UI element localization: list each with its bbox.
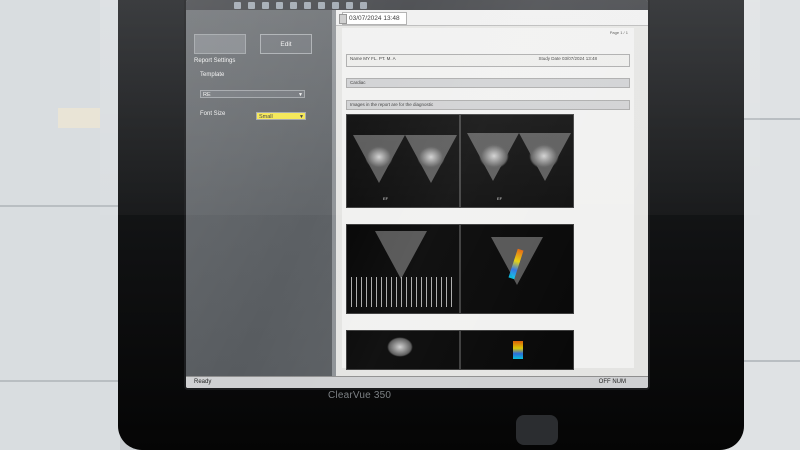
document-icon <box>339 14 347 24</box>
doppler-waveform <box>351 277 455 307</box>
heart-chamber <box>365 145 393 169</box>
patient-info-row: Name MY FL. PT. M. A Study Date 03/07/20… <box>346 54 630 67</box>
font-size-select[interactable]: Small ▼ <box>256 112 306 120</box>
section-header-images: Images in the report are for the diagnos… <box>346 100 630 110</box>
echo-image-6[interactable] <box>460 330 574 370</box>
status-bar: Ready OFF NUM <box>186 376 648 388</box>
toolbar-icon[interactable] <box>332 1 339 9</box>
echo-image-2[interactable]: EF <box>460 114 574 208</box>
echo-image-3[interactable] <box>346 224 460 314</box>
toolbar-icon[interactable] <box>290 1 297 9</box>
top-toolbar <box>186 0 648 10</box>
toolbar-icon[interactable] <box>346 1 353 9</box>
heart-chamber <box>479 143 509 169</box>
toolbar-icon[interactable] <box>276 1 283 9</box>
echo-image-1[interactable]: EF <box>346 114 460 208</box>
toolbar-icon[interactable] <box>318 1 325 9</box>
control-knob[interactable] <box>516 415 558 445</box>
toolbar-icon[interactable] <box>360 1 367 9</box>
heart-chamber <box>529 143 559 169</box>
thumbnail-field[interactable] <box>194 34 246 54</box>
template-label: Template <box>200 72 225 78</box>
toolbar-icon[interactable] <box>304 1 311 9</box>
echo-image-5[interactable] <box>346 330 460 370</box>
tile-line <box>0 380 130 382</box>
report-page: Page 1 / 1 Name MY FL. PT. M. A Study Da… <box>342 28 634 370</box>
tab-report[interactable]: 03/07/2024 13:48 <box>339 12 407 25</box>
template-select-value: RE <box>203 92 211 98</box>
study-date-text: Study Date 03/07/2024 13:48 <box>538 56 597 61</box>
status-mode-text: OFF NUM <box>598 379 626 385</box>
toolbar-icon[interactable] <box>248 1 255 9</box>
echo-caption: EF <box>383 196 389 201</box>
status-ready-text: Ready <box>194 379 212 385</box>
page-counter: Page 1 / 1 <box>609 30 628 35</box>
report-settings-panel: Edit Report Settings Template RE ▼ Font … <box>186 10 332 376</box>
report-settings-label: Report Settings <box>194 58 236 64</box>
tape-strip <box>58 108 100 128</box>
report-document-area: 03/07/2024 13:48 Page 1 / 1 Name MY FL. … <box>336 10 648 376</box>
section-images-label: Images in the report are for the diagnos… <box>350 102 434 107</box>
tab-label: 03/07/2024 13:48 <box>349 15 400 22</box>
echo-image-4[interactable] <box>460 224 574 314</box>
font-size-label: Font Size <box>200 111 226 117</box>
toolbar-icon[interactable] <box>262 1 269 9</box>
section-header-cardiac: Cardiac <box>346 78 630 88</box>
tab-strip: 03/07/2024 13:48 <box>336 10 648 26</box>
heart-chamber <box>417 145 445 169</box>
section-cardiac-label: Cardiac <box>350 80 366 85</box>
toolbar-icon[interactable] <box>234 1 241 9</box>
ultrasound-sector <box>375 231 427 279</box>
font-size-select-value: Small <box>259 114 273 120</box>
edit-button[interactable]: Edit <box>260 34 312 54</box>
monitor-screen: Edit Report Settings Template RE ▼ Font … <box>186 0 648 388</box>
chevron-down-icon: ▼ <box>299 114 304 120</box>
tile-line <box>0 205 130 207</box>
echo-caption: EF <box>497 196 503 201</box>
template-select[interactable]: RE ▼ <box>200 90 305 98</box>
heart-chamber <box>387 337 413 357</box>
patient-name-text: Name MY FL. PT. M. A <box>350 56 396 61</box>
chevron-down-icon: ▼ <box>298 92 303 98</box>
bezel-brand-label: ClearVue 350 <box>328 390 392 401</box>
color-doppler-jet <box>513 341 523 359</box>
